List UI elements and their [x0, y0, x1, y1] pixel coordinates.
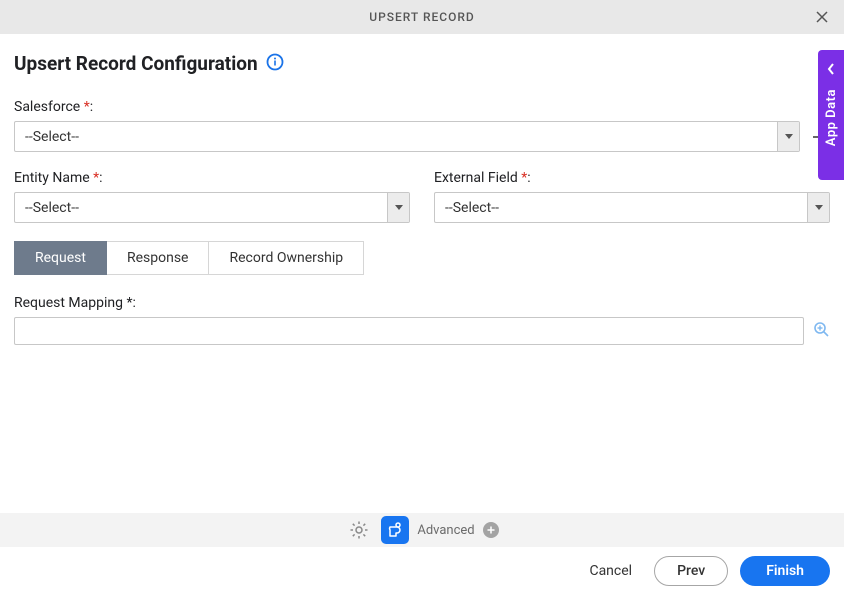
salesforce-select[interactable]: --Select-- [14, 121, 800, 152]
chevron-left-icon [827, 60, 835, 79]
entity-name-select[interactable]: --Select-- [14, 192, 410, 223]
bottom-toolbar: Advanced [0, 513, 844, 547]
external-field-select-value: --Select-- [435, 193, 807, 222]
salesforce-select-value: --Select-- [15, 122, 777, 151]
chevron-down-icon [777, 122, 799, 151]
external-field-label: External Field *: [434, 170, 830, 186]
page-title: Upsert Record Configuration [14, 52, 258, 75]
mapping-lookup-icon[interactable] [812, 320, 830, 342]
app-data-label: App Data [824, 89, 839, 146]
tab-record-ownership[interactable]: Record Ownership [209, 241, 364, 275]
request-mapping-label: Request Mapping *: [14, 295, 830, 311]
external-field-select[interactable]: --Select-- [434, 192, 830, 223]
prev-button[interactable]: Prev [654, 556, 728, 586]
finish-button[interactable]: Finish [740, 556, 830, 586]
salesforce-label: Salesforce *: [14, 99, 830, 115]
plugin-icon[interactable] [381, 516, 409, 544]
chevron-down-icon [807, 193, 829, 222]
gear-icon[interactable] [345, 516, 373, 544]
app-data-side-tab[interactable]: App Data [818, 50, 844, 180]
close-icon[interactable] [814, 9, 830, 25]
page-title-row: Upsert Record Configuration [14, 52, 830, 75]
tab-bar: Request Response Record Ownership [14, 241, 830, 275]
info-icon[interactable] [266, 53, 284, 75]
request-mapping-input[interactable] [14, 317, 804, 345]
modal-title: UPSERT RECORD [369, 10, 475, 24]
tab-response[interactable]: Response [107, 241, 210, 275]
cancel-button[interactable]: Cancel [579, 557, 642, 585]
entity-name-select-value: --Select-- [15, 193, 387, 222]
modal-header: UPSERT RECORD [0, 0, 844, 34]
tab-request[interactable]: Request [14, 241, 107, 275]
content-area: Upsert Record Configuration Salesforce *… [0, 34, 844, 345]
advanced-label: Advanced [417, 523, 474, 538]
chevron-down-icon [387, 193, 409, 222]
footer-bar: Cancel Prev Finish [0, 547, 844, 594]
advanced-add-button[interactable] [483, 522, 499, 538]
entity-name-label: Entity Name *: [14, 170, 410, 186]
